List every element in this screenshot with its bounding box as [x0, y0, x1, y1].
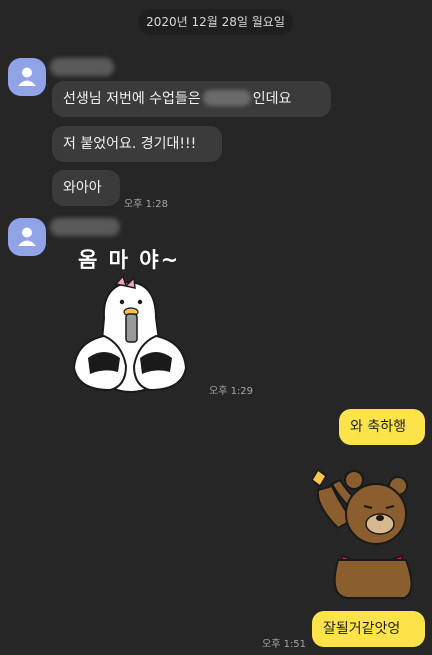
message-bubble[interactable]: 선생님 저번에 수업들은 인데요	[52, 81, 331, 117]
message-text: 선생님 저번에 수업들은	[63, 91, 201, 107]
message-timestamp: 오후 1:29	[209, 386, 254, 397]
bear-icon	[311, 468, 413, 599]
sender-avatar[interactable]	[8, 58, 46, 96]
duck-sticker[interactable]: 옴 마 야~	[56, 240, 206, 400]
message-text: 와아아	[63, 180, 102, 196]
message-timestamp: 오후 1:51	[262, 639, 307, 650]
person-icon	[18, 227, 36, 246]
message-timestamp: 오후 1:28	[124, 199, 169, 210]
sender-name-redacted	[50, 58, 114, 76]
message-text: 잘될거같앗엉	[323, 621, 401, 637]
duck-icon	[72, 274, 188, 394]
message-bubble[interactable]: 와 축하행	[339, 409, 425, 445]
message-text: 와 축하행	[350, 419, 406, 435]
message-text: 인데요	[252, 91, 292, 107]
date-divider: 2020년 12월 28일 월요일	[138, 9, 293, 35]
sender-name-redacted	[50, 218, 120, 236]
message-text: 저 붙었어요. 경기대!!!	[63, 136, 197, 152]
message-bubble[interactable]: 잘될거같앗엉	[312, 611, 425, 647]
bear-sticker[interactable]	[298, 460, 424, 600]
person-icon	[18, 67, 36, 86]
sender-avatar[interactable]	[8, 218, 46, 256]
redacted-text	[202, 90, 251, 106]
message-bubble[interactable]: 와아아	[52, 170, 120, 206]
message-bubble[interactable]: 저 붙었어요. 경기대!!!	[52, 126, 222, 162]
